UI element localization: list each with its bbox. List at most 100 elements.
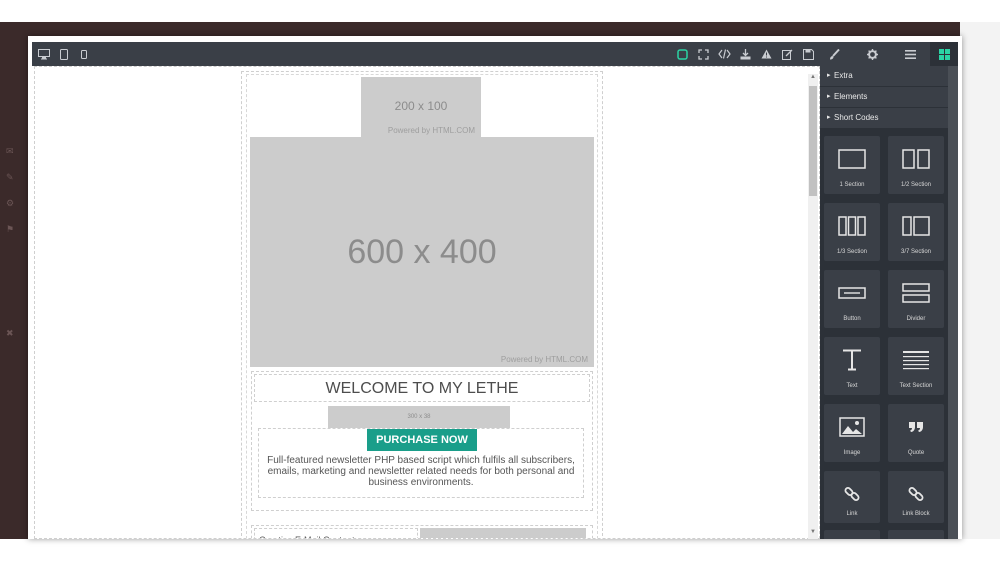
email-document[interactable]: 200 x 100 Powered by HTML.COM 600 x 400 … bbox=[241, 71, 603, 538]
one-section-icon bbox=[838, 149, 866, 169]
block-label: Image bbox=[843, 450, 861, 456]
welcome-section[interactable]: WELCOME TO MY LETHE 300 x 38 PURCHASE NO… bbox=[251, 371, 593, 511]
block-label: Link bbox=[846, 511, 858, 517]
logo-powered-text: Powered by HTML.COM bbox=[387, 126, 475, 135]
email-builder-modal: 200 x 100 Powered by HTML.COM 600 x 400 … bbox=[28, 36, 962, 539]
block-label: Text bbox=[846, 383, 858, 389]
creative-heading[interactable]: Creative E-Mail Contents bbox=[254, 528, 418, 538]
backdrop-menu-icon: ⚙ bbox=[6, 198, 15, 208]
block-link-block[interactable]: Link Block bbox=[888, 471, 944, 523]
settings-button[interactable] bbox=[862, 42, 882, 66]
half-section-icon bbox=[902, 149, 930, 169]
layer-manager-button[interactable] bbox=[900, 42, 920, 66]
block-label: Button bbox=[843, 316, 861, 322]
gear-icon bbox=[866, 48, 878, 60]
cta-section[interactable]: PURCHASE NOW Full-featured newsletter PH… bbox=[258, 428, 584, 498]
style-manager-button[interactable] bbox=[824, 42, 844, 66]
description-text[interactable]: Full-featured newsletter PHP based scrip… bbox=[263, 455, 579, 488]
grid-blocks-icon bbox=[938, 48, 950, 60]
mobile-icon bbox=[81, 49, 87, 59]
block-label: Quote bbox=[907, 450, 925, 456]
hero-powered-text: Powered by HTML.COM bbox=[500, 355, 588, 364]
block-label: Link Block bbox=[902, 511, 930, 517]
block-three-seven-section[interactable]: 3/7 Section bbox=[888, 203, 944, 261]
block-link[interactable]: Link bbox=[824, 471, 880, 523]
accordion-elements[interactable]: Elements bbox=[820, 87, 948, 107]
email-body[interactable]: 200 x 100 Powered by HTML.COM 600 x 400 … bbox=[246, 74, 598, 538]
link-icon bbox=[844, 487, 860, 501]
edit-icon bbox=[781, 49, 792, 60]
fullscreen-button[interactable] bbox=[693, 42, 713, 66]
backdrop-menu-icon: ✖ bbox=[6, 328, 14, 338]
warning-button[interactable] bbox=[756, 42, 776, 66]
backdrop-menu-icon: ✎ bbox=[6, 172, 14, 182]
block-one-section[interactable]: 1 Section bbox=[824, 136, 880, 194]
download-icon bbox=[740, 48, 750, 59]
text-icon bbox=[843, 349, 861, 371]
three-seven-section-icon bbox=[902, 216, 930, 236]
import-button[interactable] bbox=[735, 42, 755, 66]
banner-placeholder-image[interactable]: 300 x 38 bbox=[328, 406, 510, 428]
save-button[interactable] bbox=[798, 42, 818, 66]
text-section-icon bbox=[903, 351, 929, 370]
block-label: 1/3 Section bbox=[836, 249, 868, 255]
hero-placeholder-image[interactable]: 600 x 400 Powered by HTML.COM bbox=[250, 137, 594, 367]
quote-icon bbox=[909, 422, 923, 432]
purchase-now-button[interactable]: PURCHASE NOW bbox=[367, 429, 477, 451]
creative-placeholder-image[interactable] bbox=[420, 528, 586, 538]
backdrop-menu-icon: ✉ bbox=[6, 146, 14, 156]
block-text[interactable]: Text bbox=[824, 337, 880, 395]
button-icon bbox=[838, 287, 866, 299]
code-icon bbox=[717, 49, 731, 59]
scroll-up-arrow[interactable]: ▲ bbox=[809, 74, 817, 84]
backdrop-menu-icon: ⚑ bbox=[6, 224, 15, 234]
block-image[interactable]: Image bbox=[824, 404, 880, 462]
edit-button[interactable] bbox=[777, 42, 797, 66]
mobile-view-button[interactable] bbox=[74, 42, 94, 66]
block-button[interactable]: Button bbox=[824, 270, 880, 328]
tablet-icon bbox=[60, 48, 68, 60]
link-block-icon bbox=[908, 487, 924, 501]
block-label: 1 Section bbox=[839, 182, 865, 188]
accordion-short-codes[interactable]: Short Codes bbox=[820, 108, 948, 128]
paint-brush-icon bbox=[829, 48, 840, 59]
block-label: Divider bbox=[906, 316, 926, 322]
block-quote[interactable]: Quote bbox=[888, 404, 944, 462]
image-icon bbox=[839, 417, 865, 437]
desktop-icon bbox=[38, 48, 50, 59]
block-more[interactable] bbox=[888, 530, 944, 539]
block-half-section[interactable]: 1/2 Section bbox=[888, 136, 944, 194]
accordion-extra[interactable]: Extra bbox=[820, 66, 948, 86]
blocks-panel: Extra Elements Short Codes 1 Section 1/2… bbox=[820, 66, 948, 539]
divider-icon bbox=[902, 283, 930, 303]
block-divider[interactable]: Divider bbox=[888, 270, 944, 328]
scroll-down-arrow[interactable]: ▼ bbox=[809, 529, 817, 539]
logo-placeholder-image[interactable]: 200 x 100 Powered by HTML.COM bbox=[361, 77, 481, 137]
save-icon bbox=[802, 48, 814, 60]
third-section-icon bbox=[838, 216, 866, 236]
warning-icon bbox=[761, 49, 771, 59]
code-view-button[interactable] bbox=[714, 42, 734, 66]
canvas-scroll-thumb[interactable] bbox=[809, 86, 817, 196]
tablet-view-button[interactable] bbox=[54, 42, 74, 66]
creative-section[interactable]: Creative E-Mail Contents bbox=[251, 525, 593, 538]
admin-backdrop-right bbox=[960, 22, 1000, 539]
block-label: Text Section bbox=[899, 383, 933, 389]
editor-canvas[interactable]: 200 x 100 Powered by HTML.COM 600 x 400 … bbox=[34, 66, 820, 539]
panel-scrollbar[interactable] bbox=[948, 66, 958, 539]
fullscreen-icon bbox=[697, 48, 709, 60]
block-label: 3/7 Section bbox=[900, 249, 932, 255]
block-more[interactable] bbox=[824, 530, 880, 539]
outline-toggle-button[interactable] bbox=[672, 42, 692, 66]
hamburger-icon bbox=[904, 49, 916, 59]
welcome-heading[interactable]: WELCOME TO MY LETHE bbox=[254, 374, 590, 402]
block-text-section[interactable]: Text Section bbox=[888, 337, 944, 395]
blocks-button[interactable] bbox=[930, 42, 958, 66]
desktop-view-button[interactable] bbox=[34, 42, 54, 66]
square-outline-icon bbox=[676, 48, 688, 60]
hero-size-text: 600 x 400 bbox=[347, 233, 497, 271]
block-third-section[interactable]: 1/3 Section bbox=[824, 203, 880, 261]
logo-size-text: 200 x 100 bbox=[394, 99, 448, 113]
canvas-scrollbar[interactable]: ▲ ▼ bbox=[808, 74, 818, 539]
builder-toolbar bbox=[32, 42, 958, 66]
